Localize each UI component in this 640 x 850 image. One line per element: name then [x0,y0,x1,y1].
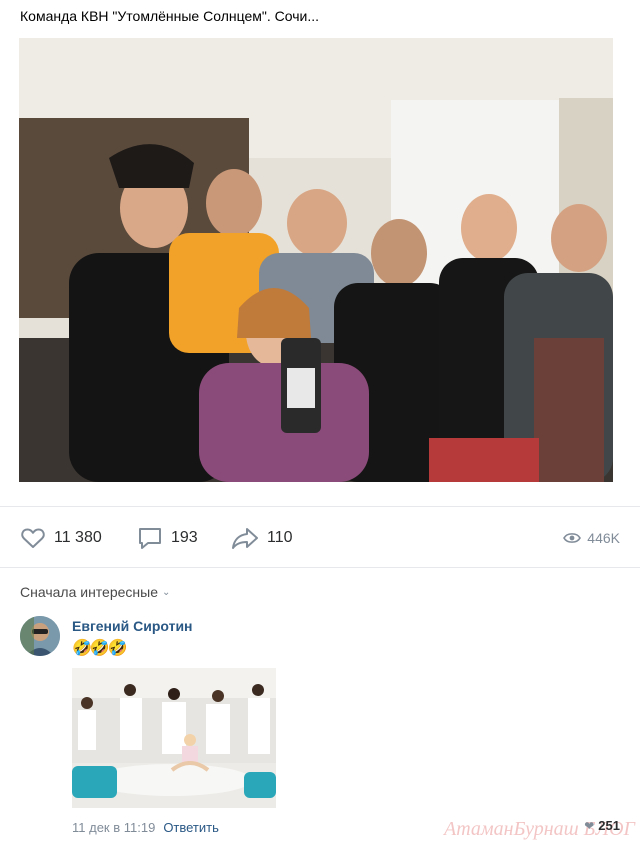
reply-link[interactable]: Ответить [163,820,219,835]
sort-label: Сначала интересные [20,584,158,600]
eye-icon [563,533,582,543]
chevron-down-icon: ⌄ [162,586,171,598]
heart-icon: ❤ [584,818,595,833]
comment-like-button[interactable]: ❤ 251 [584,818,620,833]
likes-count: 11 380 [54,529,102,546]
attached-photo-image [72,668,276,808]
post-title: Команда КВН "Утомлённые Солнцем". Сочи..… [20,8,319,24]
comment-text: 🤣🤣🤣 [72,640,128,657]
share-arrow-icon [232,528,258,549]
comment-attached-photo[interactable] [72,668,276,808]
heart-icon [21,528,45,548]
comment-button[interactable]: 193 [137,520,198,556]
comment-likes-count: 251 [598,818,620,833]
comment-meta: 11 дек в 11:19 Ответить [72,820,219,835]
post-photo[interactable] [19,38,613,482]
post-actions-bar: 11 380 193 110 446K [0,520,640,556]
views-count: 446K [587,530,620,546]
comment-icon [139,528,161,549]
comment-author-link[interactable]: Евгений Сиротин [72,618,193,634]
like-button[interactable]: 11 380 [20,520,102,556]
comments-sort-dropdown[interactable]: Сначала интересные ⌄ [20,584,170,600]
comment-date: 11 дек в 11:19 [72,820,156,835]
shares-count: 110 [267,529,293,546]
group-photo-image [19,38,613,482]
post-divider-top [0,506,640,507]
views-counter: 446K [563,520,620,556]
post-divider-bottom [0,567,640,568]
avatar-image [20,616,60,656]
avatar[interactable] [20,616,60,656]
comments-count: 193 [171,529,198,546]
share-button[interactable]: 110 [231,520,293,556]
